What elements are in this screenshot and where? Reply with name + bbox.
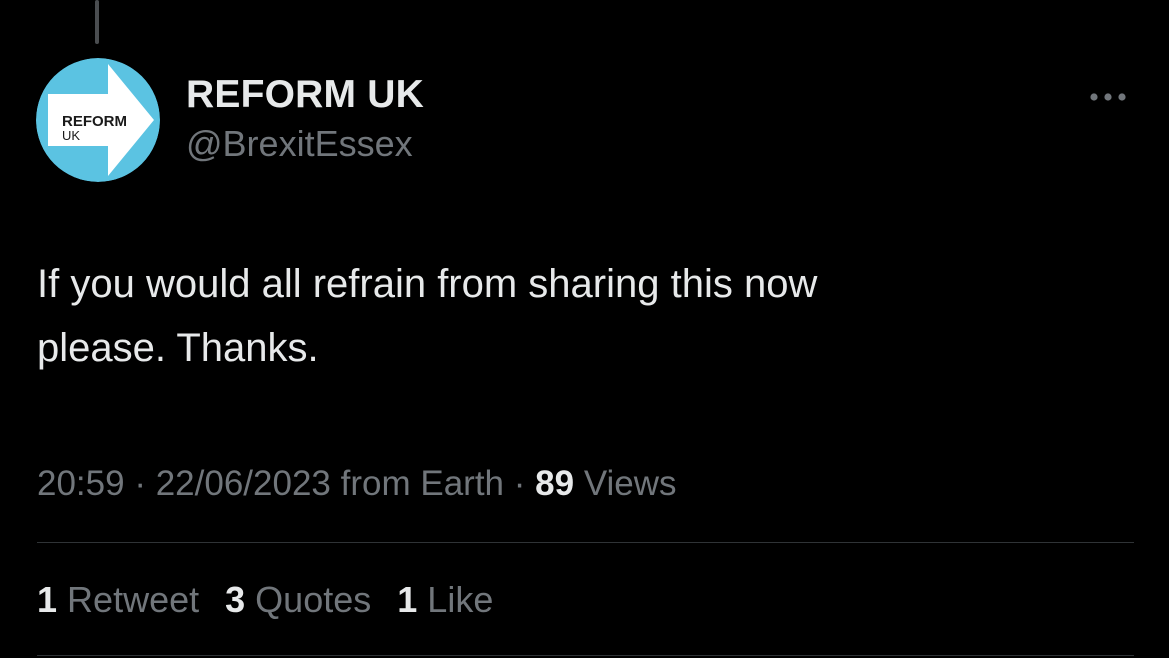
author-handle[interactable]: @BrexitEssex <box>186 121 424 167</box>
tweet-time[interactable]: 20:59 <box>37 464 125 503</box>
quotes-count: 3 <box>225 579 246 620</box>
tweet-metadata: 20:59 · 22/06/2023 from Earth · 89 Views <box>37 462 677 506</box>
retweets-label: Retweet <box>67 579 200 620</box>
views-stat[interactable]: 89 Views <box>535 464 676 503</box>
tweet-source: from Earth <box>340 464 505 503</box>
divider <box>37 655 1134 656</box>
tweet-text-line: please. Thanks. <box>37 326 319 370</box>
logo-text-line2: UK <box>62 128 80 143</box>
tweet-text-line: If you would all refrain from sharing th… <box>37 262 818 306</box>
avatar[interactable]: REFORM UK <box>36 58 160 182</box>
views-label: Views <box>583 464 677 503</box>
reform-uk-logo: REFORM UK <box>36 58 160 182</box>
likes-stat[interactable]: 1 Like <box>397 578 493 622</box>
tweet-date[interactable]: 22/06/2023 <box>156 464 331 503</box>
likes-count: 1 <box>397 579 418 620</box>
quotes-label: Quotes <box>255 579 372 620</box>
retweets-count: 1 <box>37 579 58 620</box>
divider <box>37 542 1134 543</box>
meta-separator: · <box>513 464 526 503</box>
tweet-text: If you would all refrain from sharing th… <box>37 252 1127 380</box>
meta-separator: · <box>134 464 146 503</box>
engagement-stats: 1 Retweet 3 Quotes 1 Like <box>37 578 519 622</box>
author-display-name[interactable]: REFORM UK <box>186 72 424 118</box>
views-count: 89 <box>535 464 575 503</box>
author-block: REFORM UK @BrexitEssex <box>186 72 424 167</box>
quotes-stat[interactable]: 3 Quotes <box>225 578 371 622</box>
more-options-button[interactable] <box>1084 84 1132 110</box>
more-horizontal-icon <box>1090 93 1126 101</box>
likes-label: Like <box>427 579 494 620</box>
retweets-stat[interactable]: 1 Retweet <box>37 578 199 622</box>
thread-connector-line <box>95 0 99 44</box>
